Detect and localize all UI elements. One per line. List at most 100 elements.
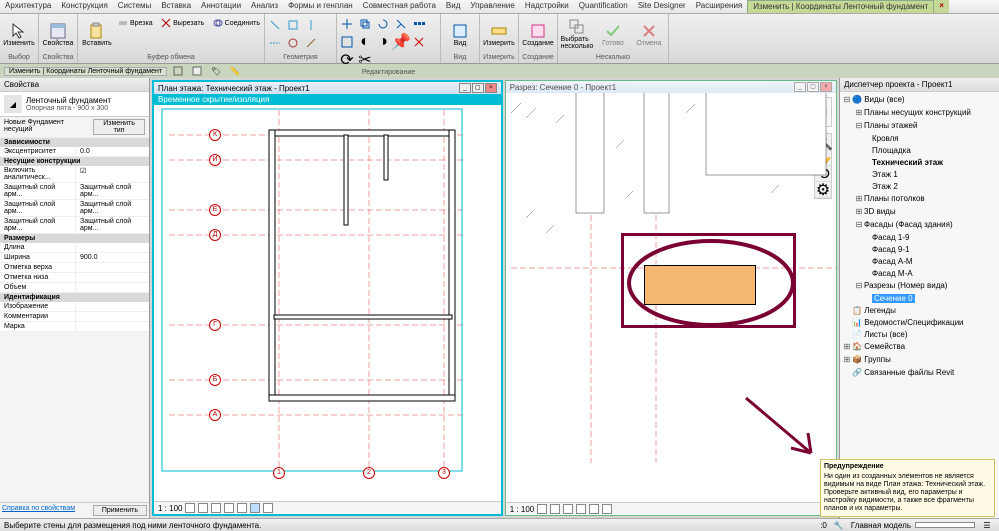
- tree-leaf[interactable]: Площадка: [842, 145, 997, 157]
- tree-node[interactable]: ⊟Планы этажей: [842, 120, 997, 133]
- tab-quant[interactable]: Quantification: [574, 0, 633, 13]
- trim-button[interactable]: [393, 16, 409, 32]
- grid-bubble[interactable]: Е: [209, 204, 221, 216]
- cancel-button[interactable]: Отмена: [632, 15, 666, 53]
- sun-path-button[interactable]: [211, 503, 221, 513]
- mirror-axis-button[interactable]: ◐: [357, 34, 373, 50]
- qat-tool-4[interactable]: 📏: [227, 63, 243, 79]
- geom-tool-1[interactable]: [267, 17, 283, 33]
- type-selector[interactable]: ◢ Ленточный фундамент Опорная пята - 900…: [0, 92, 149, 117]
- prop-row[interactable]: Эксцентриситет0.0: [0, 147, 149, 157]
- crop-button[interactable]: [589, 504, 599, 514]
- tree-leaf-selected[interactable]: Сечение 0: [842, 293, 997, 305]
- properties-button[interactable]: Свойства: [41, 15, 75, 53]
- prop-row[interactable]: Включить аналитическ...☑: [0, 166, 149, 183]
- qat-tool-1[interactable]: [170, 63, 186, 79]
- edit-tool-b[interactable]: ✂: [357, 52, 373, 68]
- grid-bubble[interactable]: Б: [209, 374, 221, 386]
- tree-leaf[interactable]: Этаж 2: [842, 181, 997, 193]
- tree-node[interactable]: ⊞Планы несущих конструкций: [842, 107, 997, 120]
- modify-button[interactable]: Изменить: [2, 15, 36, 53]
- tree-leaf[interactable]: Фасад А-М: [842, 256, 997, 268]
- rotate-button[interactable]: [375, 16, 391, 32]
- shadows-button[interactable]: [224, 503, 234, 513]
- prop-row[interactable]: Защитный слой арм...Защитный слой арм...: [0, 200, 149, 217]
- properties-help-link[interactable]: Справка по свойствам: [2, 505, 75, 516]
- reveal-button[interactable]: [263, 503, 273, 513]
- grid-bubble[interactable]: 2: [363, 467, 375, 479]
- geom-tool-4[interactable]: [267, 35, 283, 51]
- tree-node[interactable]: 📊 Ведомости/Спецификации: [842, 317, 997, 329]
- tab-massing[interactable]: Формы и генплан: [283, 0, 358, 13]
- prop-row[interactable]: Отметка низа: [0, 273, 149, 283]
- cope-button[interactable]: Врезка: [116, 15, 155, 31]
- cut-geom-button[interactable]: Вырезать: [159, 15, 206, 31]
- prop-row[interactable]: Комментарии: [0, 312, 149, 322]
- detail-level-button[interactable]: [537, 504, 547, 514]
- tab-view[interactable]: Вид: [441, 0, 465, 13]
- move-button[interactable]: [339, 16, 355, 32]
- tree-leaf[interactable]: Фасад М-А: [842, 268, 997, 280]
- tab-manage[interactable]: Управление: [465, 0, 519, 13]
- copy-button[interactable]: [357, 16, 373, 32]
- grid-bubble[interactable]: 3: [438, 467, 450, 479]
- grid-bubble[interactable]: Г: [209, 319, 221, 331]
- tree-leaf[interactable]: Технический этаж: [842, 157, 997, 169]
- qat-tool-3[interactable]: 🏷: [208, 63, 224, 79]
- tree-leaf[interactable]: Фасад 9-1: [842, 244, 997, 256]
- tab-addins[interactable]: Надстройки: [520, 0, 574, 13]
- prop-row[interactable]: Изображение: [0, 302, 149, 312]
- view-button[interactable]: Вид: [443, 15, 477, 53]
- delete-button[interactable]: [411, 34, 427, 50]
- grid-bubble[interactable]: А: [209, 409, 221, 421]
- crop-button[interactable]: [237, 503, 247, 513]
- scale-label[interactable]: 1 : 100: [158, 504, 182, 513]
- tree-node[interactable]: ⊟Разрезы (Номер вида): [842, 280, 997, 293]
- warning-popup[interactable]: Предупреждение Ни один из созданных элем…: [820, 459, 995, 517]
- section-view[interactable]: Разрез: Сечение 0 - Проект1 _ ▢ × 🔍 ✋ ⟲ …: [505, 80, 837, 516]
- tab-annotate[interactable]: Аннотации: [196, 0, 246, 13]
- create-button[interactable]: Создание: [521, 15, 555, 53]
- prop-row[interactable]: Защитный слой арм...Защитный слой арм...: [0, 183, 149, 200]
- tree-node[interactable]: 📄 Листы (все): [842, 329, 997, 341]
- finish-button[interactable]: Готово: [596, 15, 630, 53]
- workset-button[interactable]: 🔧: [831, 517, 847, 531]
- prop-row[interactable]: Отметка верха: [0, 263, 149, 273]
- detail-level-button[interactable]: [185, 503, 195, 513]
- min-button[interactable]: _: [459, 83, 471, 93]
- filter-button[interactable]: ☰: [979, 517, 995, 531]
- prop-row[interactable]: Марка: [0, 322, 149, 332]
- reveal-button[interactable]: [602, 504, 612, 514]
- pin-button[interactable]: 📌: [393, 34, 409, 50]
- prop-row[interactable]: Длина: [0, 243, 149, 253]
- min-button[interactable]: _: [794, 82, 806, 92]
- prop-row[interactable]: Объем: [0, 283, 149, 293]
- tree-node[interactable]: ⊟Фасады (Фасад здания): [842, 219, 997, 232]
- max-button[interactable]: ▢: [472, 83, 484, 93]
- tree-node[interactable]: ⊞🏠 Семейства: [842, 341, 997, 354]
- tab-struct[interactable]: Конструкция: [56, 0, 112, 13]
- prop-row[interactable]: Защитный слой арм...Защитный слой арм...: [0, 217, 149, 234]
- plan-canvas[interactable]: К И Е Д Г Б А 1 2 3: [154, 105, 501, 501]
- grid-bubble[interactable]: И: [209, 154, 221, 166]
- paste-button[interactable]: Вставить: [80, 15, 114, 53]
- tree-leaf[interactable]: Фасад 1-9: [842, 232, 997, 244]
- tab-systems[interactable]: Системы: [113, 0, 157, 13]
- scale-button[interactable]: [339, 34, 355, 50]
- tree-node[interactable]: 📋 Легенды: [842, 305, 997, 317]
- geom-tool-6[interactable]: [303, 35, 319, 51]
- array-button[interactable]: [411, 16, 427, 32]
- tree-node[interactable]: ⊞Планы потолков: [842, 193, 997, 206]
- tree-leaf[interactable]: Кровля: [842, 133, 997, 145]
- mirror-pick-button[interactable]: ◑: [375, 34, 391, 50]
- tab-ext[interactable]: Расширения: [691, 0, 748, 13]
- tab-collab[interactable]: Совместная работа: [358, 0, 441, 13]
- tree-leaf[interactable]: Этаж 1: [842, 169, 997, 181]
- tree-node[interactable]: ⊞3D виды: [842, 206, 997, 219]
- edit-tool-a[interactable]: ⟳: [339, 52, 355, 68]
- tree-node[interactable]: ⊞📦 Группы: [842, 354, 997, 367]
- temp-hide-button[interactable]: [250, 503, 260, 513]
- tab-close[interactable]: ×: [934, 0, 949, 13]
- edit-type-button[interactable]: Изменить тип: [93, 119, 145, 135]
- section-canvas[interactable]: 🔍 ✋ ⟲ ⚙: [506, 93, 836, 502]
